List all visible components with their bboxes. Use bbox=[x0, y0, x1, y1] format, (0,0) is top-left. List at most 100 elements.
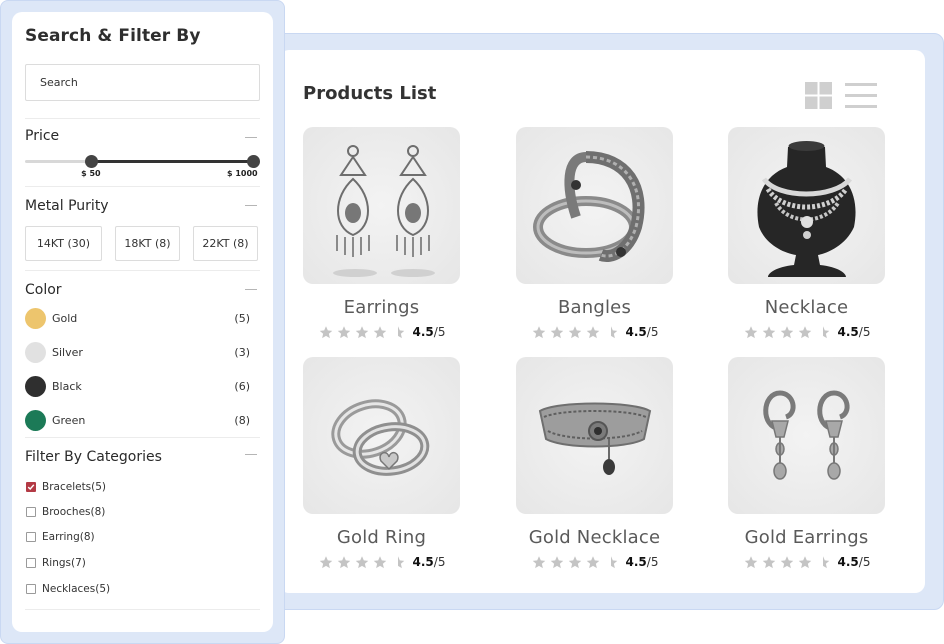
star-icon bbox=[568, 555, 581, 568]
category-checkbox[interactable] bbox=[26, 532, 36, 542]
star-icon bbox=[744, 325, 757, 338]
rating-text: 4.5/5 bbox=[412, 325, 446, 339]
half-star-icon bbox=[822, 555, 829, 568]
divider bbox=[25, 118, 260, 119]
product-image bbox=[303, 357, 460, 514]
product-card-gold-ring[interactable]: Gold Ring 4.5/5 bbox=[303, 357, 460, 570]
price-max-label: $ 1000 bbox=[227, 169, 258, 178]
grid-view-icon[interactable] bbox=[805, 82, 832, 109]
star-icon bbox=[373, 325, 386, 338]
product-rating: 4.5/5 bbox=[516, 554, 673, 570]
half-star-icon bbox=[610, 325, 617, 338]
price-slider-min-handle[interactable] bbox=[84, 155, 98, 168]
category-label: Earring(8) bbox=[42, 531, 95, 543]
category-checkbox[interactable] bbox=[26, 482, 36, 492]
color-count: (6) bbox=[234, 379, 250, 393]
star-icon bbox=[337, 555, 350, 568]
purity-option-22kt[interactable]: 22KT (8) bbox=[193, 226, 258, 261]
divider bbox=[25, 270, 260, 271]
price-collapse-icon[interactable] bbox=[245, 137, 257, 138]
star-icon bbox=[355, 325, 368, 338]
star-icon bbox=[532, 555, 545, 568]
category-checkbox[interactable] bbox=[26, 584, 36, 594]
color-option-green[interactable]: Green (8) bbox=[25, 409, 250, 431]
star-icon bbox=[762, 325, 775, 338]
purity-collapse-icon[interactable] bbox=[245, 205, 257, 206]
color-name: Gold bbox=[52, 311, 78, 325]
category-checkbox[interactable] bbox=[26, 507, 36, 517]
rating-text: 4.5/5 bbox=[837, 325, 871, 339]
star-icon bbox=[586, 325, 599, 338]
filter-sidebar: Search & Filter By Price $ 50 $ 1000 Met… bbox=[12, 12, 273, 632]
star-icon bbox=[337, 325, 350, 338]
category-necklaces[interactable]: Necklaces(5) bbox=[26, 583, 110, 595]
star-icon bbox=[373, 555, 386, 568]
rating-stars bbox=[743, 325, 831, 340]
product-card-gold-necklace[interactable]: Gold Necklace 4.5/5 bbox=[516, 357, 673, 570]
category-label: Rings(7) bbox=[42, 557, 86, 569]
product-name: Gold Ring bbox=[336, 527, 427, 548]
product-image bbox=[303, 127, 460, 284]
category-checkbox[interactable] bbox=[26, 558, 36, 568]
purity-option-18kt[interactable]: 18KT (8) bbox=[115, 226, 180, 261]
rating-text: 4.5/5 bbox=[412, 555, 446, 569]
rating-stars bbox=[318, 555, 406, 570]
category-label: Brooches(8) bbox=[42, 506, 106, 518]
color-swatch bbox=[25, 341, 46, 363]
ring-icon bbox=[331, 399, 430, 476]
product-rating: 4.5/5 bbox=[516, 324, 673, 340]
price-section-title: Price bbox=[25, 128, 60, 144]
color-count: (8) bbox=[234, 413, 250, 427]
sidebar-title: Search & Filter By bbox=[25, 26, 201, 46]
category-earring[interactable]: Earring(8) bbox=[26, 531, 95, 543]
rating-text: 4.5/5 bbox=[625, 555, 659, 569]
color-option-black[interactable]: Black (6) bbox=[25, 375, 250, 397]
category-bracelets[interactable]: Bracelets(5) bbox=[26, 481, 106, 493]
color-swatch bbox=[25, 409, 46, 431]
color-option-silver[interactable]: Silver (3) bbox=[25, 341, 250, 363]
choker-icon bbox=[538, 402, 652, 475]
product-name: Gold Earrings bbox=[744, 527, 869, 548]
purity-option-14kt[interactable]: 14KT (30) bbox=[25, 226, 102, 261]
categories-collapse-icon[interactable] bbox=[245, 454, 257, 455]
color-swatch bbox=[25, 307, 46, 329]
half-star-icon bbox=[822, 325, 829, 338]
star-icon bbox=[586, 555, 599, 568]
category-rings[interactable]: Rings(7) bbox=[26, 557, 86, 569]
product-rating: 4.5/5 bbox=[728, 324, 885, 340]
star-icon bbox=[798, 325, 811, 338]
product-card-necklace[interactable]: Necklace 4.5/5 bbox=[728, 127, 885, 340]
product-image bbox=[516, 357, 673, 514]
color-name: Silver bbox=[52, 345, 83, 359]
price-slider-max-handle[interactable] bbox=[246, 155, 260, 168]
color-collapse-icon[interactable] bbox=[245, 289, 257, 290]
list-view-icon[interactable] bbox=[845, 82, 877, 109]
purity-section-title: Metal Purity bbox=[25, 198, 109, 214]
price-min-label: $ 50 bbox=[81, 169, 101, 178]
star-icon bbox=[550, 555, 563, 568]
rating-stars bbox=[318, 325, 406, 340]
product-image bbox=[516, 127, 673, 284]
product-name: Gold Necklace bbox=[528, 527, 661, 548]
star-icon bbox=[780, 555, 793, 568]
necklace-icon bbox=[757, 141, 856, 277]
category-brooches[interactable]: Brooches(8) bbox=[26, 506, 105, 518]
color-option-gold[interactable]: Gold (5) bbox=[25, 307, 250, 329]
price-slider-range bbox=[91, 160, 253, 163]
product-card-gold-earrings[interactable]: Gold Earrings 4.5/5 bbox=[728, 357, 885, 570]
search-input[interactable] bbox=[25, 64, 260, 101]
product-name: Earrings bbox=[343, 297, 420, 318]
color-swatch bbox=[25, 375, 46, 397]
half-star-icon bbox=[610, 555, 617, 568]
product-card-earrings[interactable]: Earrings 4.5/5 bbox=[303, 127, 460, 340]
product-image bbox=[728, 127, 885, 284]
rating-text: 4.5/5 bbox=[625, 325, 659, 339]
category-label: Bracelets(5) bbox=[42, 481, 107, 493]
product-card-bangles[interactable]: Bangles 4.5/5 bbox=[516, 127, 673, 340]
product-rating: 4.5/5 bbox=[303, 554, 460, 570]
rating-text: 4.5/5 bbox=[837, 555, 871, 569]
divider bbox=[25, 437, 260, 438]
rating-stars bbox=[531, 325, 619, 340]
earrings-icon bbox=[333, 145, 435, 277]
categories-section-title: Filter By Categories bbox=[25, 449, 162, 465]
